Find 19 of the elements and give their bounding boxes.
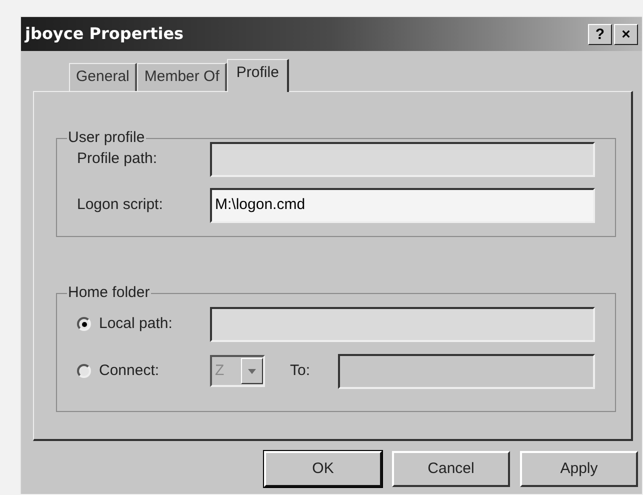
close-button[interactable]: ×	[614, 24, 638, 44]
help-button[interactable]: ?	[588, 24, 612, 44]
dialog-button[interactable]: Apply	[520, 451, 638, 487]
text-field[interactable]	[210, 306, 595, 342]
field-label: Logon script:	[77, 194, 164, 215]
tab[interactable]: General	[69, 63, 138, 91]
dialog-button[interactable]: OK	[264, 451, 382, 487]
group-title: Home folder	[67, 283, 151, 303]
text-field[interactable]	[210, 142, 595, 176]
group-title: User profile	[67, 128, 146, 148]
field-label: Profile path:	[77, 148, 158, 169]
radio-option[interactable]: Local path:	[77, 312, 210, 336]
field-label: To:	[290, 360, 312, 381]
text-field[interactable]: M:\logon.cmd	[210, 188, 595, 222]
radio-option[interactable]: Connect:	[77, 360, 210, 382]
tab[interactable]: Member Of	[137, 63, 228, 91]
tab[interactable]: Profile	[227, 59, 289, 92]
window-title: jboyce Properties	[25, 23, 184, 45]
dialog-button[interactable]: Cancel	[392, 451, 510, 487]
